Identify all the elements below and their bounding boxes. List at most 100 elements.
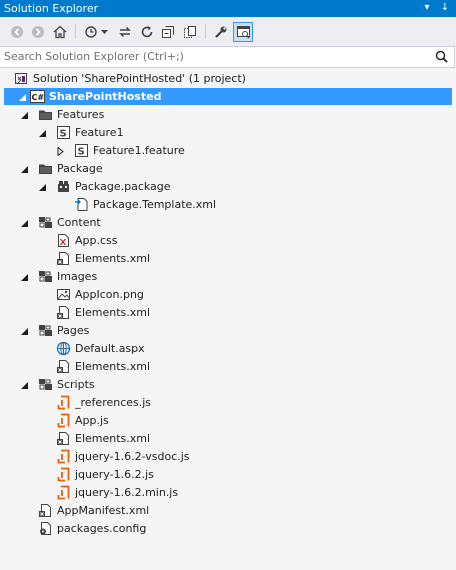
history-button[interactable] [82, 23, 100, 41]
tree-item-label: Elements.xml [75, 306, 151, 319]
tree-item[interactable]: C# SharePointHosted [4, 88, 452, 105]
tree-item[interactable]: Features [0, 106, 456, 123]
history-dropdown[interactable] [99, 23, 109, 41]
back-button[interactable] [8, 23, 26, 41]
tree-item[interactable]: jquery-1.6.2.min.js [0, 484, 456, 501]
expanded-arrow-icon[interactable] [20, 218, 29, 227]
sharepoint-module-icon [38, 269, 53, 284]
tree-item-label: App.css [75, 234, 118, 247]
expanded-arrow-icon[interactable] [18, 92, 27, 101]
tree-item[interactable]: S Feature1 [0, 124, 456, 141]
tree-item-label: Features [57, 108, 105, 121]
search-icon[interactable] [435, 50, 448, 63]
preview-icon [236, 25, 250, 38]
tree-item[interactable]: AppManifest.xml [0, 502, 456, 519]
refresh-icon [141, 26, 153, 38]
forward-icon [32, 26, 44, 38]
refresh-button[interactable] [138, 23, 156, 41]
tree-item-label: Package [57, 162, 103, 175]
show-all-files-icon [184, 26, 196, 38]
tree-item[interactable]: _references.js [0, 394, 456, 411]
tree-item[interactable]: Elements.xml [0, 250, 456, 267]
expanded-arrow-icon[interactable] [20, 326, 29, 335]
tree-item[interactable]: Solution 'SharePointHosted' (1 project) [0, 70, 456, 87]
tree-item-label: SharePointHosted [49, 90, 162, 103]
collapse-all-button[interactable] [159, 23, 177, 41]
tree-item[interactable]: Pages [0, 322, 456, 339]
tree-item[interactable]: Package [0, 160, 456, 177]
tree-item[interactable]: Images [0, 268, 456, 285]
tree-item-label: Elements.xml [75, 432, 151, 445]
tree-item[interactable]: App.js [0, 412, 456, 429]
js-file-icon [56, 467, 71, 482]
sharepoint-module-icon [38, 323, 53, 338]
tree-item[interactable]: Content [0, 214, 456, 231]
tree-item-label: jquery-1.6.2-vsdoc.js [75, 450, 190, 463]
tree-item-label: Default.aspx [75, 342, 145, 355]
tree-item[interactable]: Package.Template.xml [0, 196, 456, 213]
js-file-icon [56, 395, 71, 410]
collapse-all-icon [162, 26, 174, 38]
xml-file-icon [56, 359, 71, 374]
config-file-icon [38, 521, 53, 536]
expanded-arrow-icon[interactable] [38, 128, 47, 137]
solution-icon [14, 71, 29, 86]
expanded-arrow-icon[interactable] [20, 110, 29, 119]
template-xml-icon [74, 197, 89, 212]
xml-file-icon [56, 251, 71, 266]
toolbar [0, 17, 456, 46]
search-input[interactable] [4, 47, 424, 65]
back-icon [11, 26, 23, 38]
tree-item-label: Elements.xml [75, 252, 151, 265]
tree-item[interactable]: Elements.xml [0, 304, 456, 321]
tree-item[interactable]: Elements.xml [0, 430, 456, 447]
expanded-arrow-icon[interactable] [20, 380, 29, 389]
tree-item[interactable]: Default.aspx [0, 340, 456, 357]
chevron-down-icon [100, 29, 108, 34]
js-file-icon [56, 485, 71, 500]
tree-item[interactable]: jquery-1.6.2.js [0, 466, 456, 483]
tree-item-label: Feature1 [75, 126, 124, 139]
tree-item[interactable]: jquery-1.6.2-vsdoc.js [0, 448, 456, 465]
home-icon [53, 25, 67, 39]
tree-item-label: Elements.xml [75, 360, 151, 373]
tree-item[interactable]: Package.package [0, 178, 456, 195]
svg-text:S: S [78, 147, 85, 158]
tree-item-label: Package.package [75, 180, 171, 193]
expanded-arrow-icon[interactable] [20, 272, 29, 281]
tree-item-label: Pages [57, 324, 90, 337]
sharepoint-module-icon [38, 377, 53, 392]
tree-item-label: AppIcon.png [75, 288, 144, 301]
expanded-arrow-icon[interactable] [38, 182, 47, 191]
svg-text:C#: C# [32, 93, 45, 102]
dropdown-icon[interactable]: ▾ [420, 1, 434, 15]
tree-item-label: Solution 'SharePointHosted' (1 project) [33, 72, 246, 85]
tree-item-label: Content [57, 216, 101, 229]
sync-button[interactable] [116, 23, 134, 41]
show-all-files-button[interactable] [181, 23, 199, 41]
tree-item[interactable]: S Feature1.feature [0, 142, 456, 159]
properties-button[interactable] [212, 23, 230, 41]
collapsed-arrow-icon[interactable] [56, 146, 65, 157]
tree-item-label: App.js [75, 414, 109, 427]
js-file-icon [56, 413, 71, 428]
preview-selected-items-button[interactable] [233, 22, 253, 42]
pin-icon[interactable]: ↓ [438, 1, 452, 15]
tree-item[interactable]: App.css [0, 232, 456, 249]
tree-item[interactable]: Scripts [0, 376, 456, 393]
expanded-arrow-icon[interactable] [20, 164, 29, 173]
title-bar: Solution Explorer ▾ ↓ [0, 0, 456, 17]
tree-item[interactable]: Elements.xml [0, 358, 456, 375]
properties-icon [215, 26, 227, 38]
home-button[interactable] [51, 23, 69, 41]
tree-item-label: Feature1.feature [93, 144, 185, 157]
forward-button[interactable] [29, 23, 47, 41]
sharepoint-feature-icon: S [56, 125, 71, 140]
tree-item-label: jquery-1.6.2.min.js [75, 486, 179, 499]
search-box[interactable] [0, 46, 455, 68]
tree-item[interactable]: AppIcon.png [0, 286, 456, 303]
js-file-icon [56, 449, 71, 464]
package-icon [56, 179, 71, 194]
tree-item[interactable]: packages.config [0, 520, 456, 537]
csharp-project-icon: C# [30, 89, 45, 104]
